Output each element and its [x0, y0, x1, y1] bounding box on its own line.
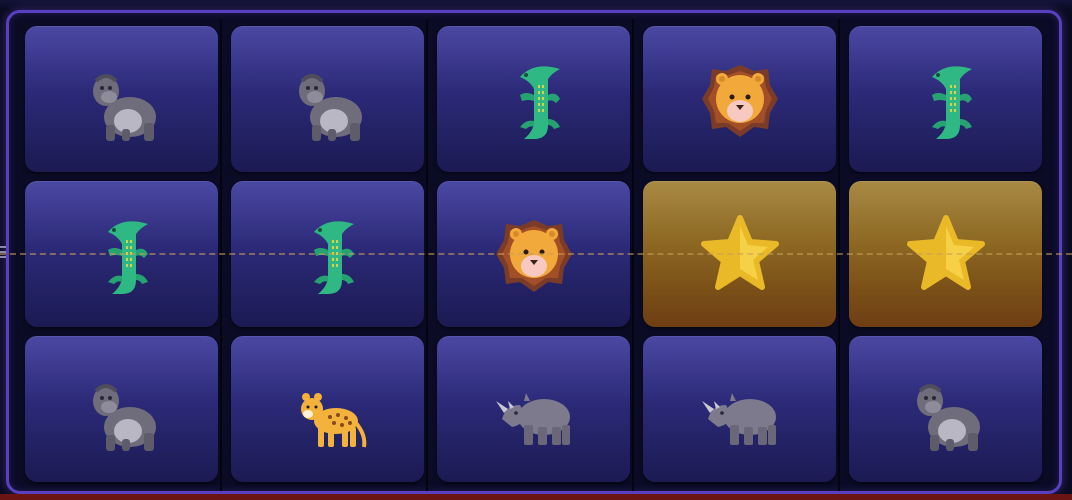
lion-icon	[701, 65, 778, 137]
slot-game	[0, 0, 1072, 500]
crocodile-icon	[519, 66, 560, 139]
reel-cell[interactable]	[849, 26, 1042, 172]
reel-cell[interactable]	[643, 26, 836, 172]
reel-cell[interactable]	[437, 336, 630, 482]
rhino-icon	[495, 393, 570, 445]
reel-cell[interactable]	[231, 336, 424, 482]
gorilla-icon	[92, 74, 156, 141]
crocodile-icon	[931, 66, 972, 139]
reel-cell[interactable]	[643, 336, 836, 482]
reel-cell[interactable]	[25, 26, 218, 172]
rhino-icon	[701, 393, 776, 445]
leopard-icon	[300, 393, 366, 448]
reels-frame	[6, 10, 1062, 494]
reel-cell[interactable]	[25, 336, 218, 482]
reel-cell[interactable]	[849, 336, 1042, 482]
gorilla-icon	[92, 384, 156, 451]
reel-cell[interactable]	[231, 26, 424, 172]
gorilla-icon	[916, 384, 980, 451]
payline	[0, 253, 1072, 255]
gorilla-icon	[298, 74, 362, 141]
top-bar	[0, 0, 1072, 10]
reel-cell[interactable]	[437, 26, 630, 172]
bottom-bar	[0, 494, 1072, 500]
